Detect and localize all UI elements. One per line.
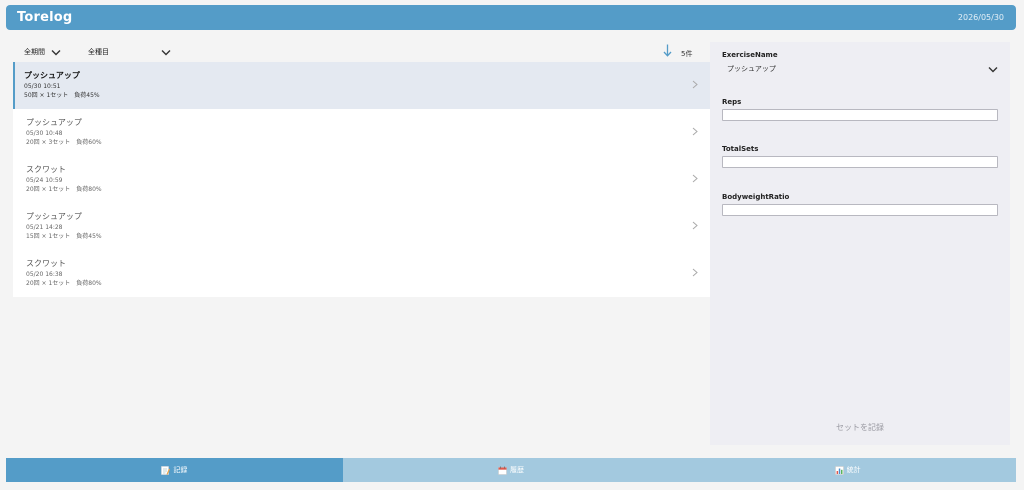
list-item[interactable]: プッシュアップ 05/30 10:48 20回 × 3セット 負荷60%: [13, 109, 710, 156]
chevron-down-icon: [51, 49, 61, 55]
record-detail: 20回 × 1セット 負荷80%: [26, 186, 102, 193]
reps-label: Reps: [722, 98, 742, 106]
header-date: 2026/05/30: [957, 13, 1004, 22]
tab-record[interactable]: 記録: [6, 458, 343, 482]
exercise-name: スクワット: [26, 165, 66, 174]
chevron-down-icon: [988, 66, 998, 72]
record-count: 5件: [681, 50, 693, 58]
category-filter[interactable]: 全種目: [88, 47, 171, 57]
app-title: Torelog: [17, 10, 73, 25]
sort-arrow-icon[interactable]: [663, 44, 672, 57]
total-sets-input[interactable]: [722, 156, 998, 168]
list-item[interactable]: スクワット 05/24 10:59 20回 × 1セット 負荷80%: [13, 156, 710, 203]
chevron-right-icon: [692, 80, 698, 89]
memo-icon: [161, 465, 171, 475]
category-filter-label: 全種目: [88, 48, 109, 56]
chevron-right-icon: [692, 268, 698, 277]
record-time: 05/30 10:48: [26, 130, 63, 137]
exercise-select-value: プッシュアップ: [727, 65, 776, 73]
tab-history-label: 履歴: [510, 466, 524, 474]
record-detail: 20回 × 1セット 負荷80%: [26, 280, 102, 287]
list-item[interactable]: スクワット 05/20 16:38 20回 × 1セット 負荷80%: [13, 250, 710, 297]
list-item[interactable]: プッシュアップ 05/30 10:51 50回 × 1セット 負荷45%: [13, 62, 710, 109]
app-header: Torelog 2026/05/30: [6, 5, 1016, 30]
record-list: プッシュアップ 05/30 10:51 50回 × 1セット 負荷45% プッシ…: [13, 62, 710, 297]
record-set-button[interactable]: セットを記録: [710, 422, 1010, 433]
tab-history[interactable]: 履歴: [342, 458, 680, 482]
calendar-icon: [498, 466, 507, 475]
exercise-name: プッシュアップ: [24, 71, 80, 80]
record-time: 05/24 10:59: [26, 177, 63, 184]
exercise-name: プッシュアップ: [26, 118, 82, 127]
record-detail: 50回 × 1セット 負荷45%: [24, 92, 100, 99]
record-time: 05/30 10:51: [24, 83, 61, 90]
bar-chart-icon: [834, 465, 844, 475]
record-time: 05/20 16:38: [26, 271, 63, 278]
tab-stats[interactable]: 統計: [679, 458, 1017, 482]
record-detail: 15回 × 1セット 負荷45%: [26, 233, 102, 240]
chevron-right-icon: [692, 221, 698, 230]
filter-bar: 全期間 全種目 5件: [13, 42, 710, 62]
record-form-panel: ExerciseName プッシュアップ Reps TotalSets Body…: [710, 42, 1010, 445]
period-filter[interactable]: 全期間: [24, 47, 61, 57]
bodyweight-ratio-input[interactable]: [722, 204, 998, 216]
chevron-right-icon: [692, 127, 698, 136]
tab-record-label: 記録: [173, 466, 188, 474]
exercise-name: プッシュアップ: [26, 212, 82, 221]
bodyweight-ratio-label: BodyweightRatio: [722, 193, 790, 201]
total-sets-label: TotalSets: [722, 145, 759, 153]
bottom-tab-bar: 記録 履歴 統計: [6, 458, 1017, 482]
exercise-name: スクワット: [26, 259, 66, 268]
reps-input[interactable]: [722, 109, 998, 121]
list-item[interactable]: プッシュアップ 05/21 14:28 15回 × 1セット 負荷45%: [13, 203, 710, 250]
exercise-name-label: ExerciseName: [722, 51, 778, 59]
record-list-panel: 全期間 全種目 5件 プッシュアップ 05/30 10:51 50回 × 1セッ…: [13, 42, 710, 297]
exercise-select[interactable]: プッシュアップ: [722, 62, 998, 76]
record-time: 05/21 14:28: [26, 224, 63, 231]
chevron-down-icon: [161, 49, 171, 55]
chevron-right-icon: [692, 174, 698, 183]
period-filter-label: 全期間: [24, 48, 45, 56]
record-detail: 20回 × 3セット 負荷60%: [26, 139, 102, 146]
tab-stats-label: 統計: [846, 466, 861, 474]
